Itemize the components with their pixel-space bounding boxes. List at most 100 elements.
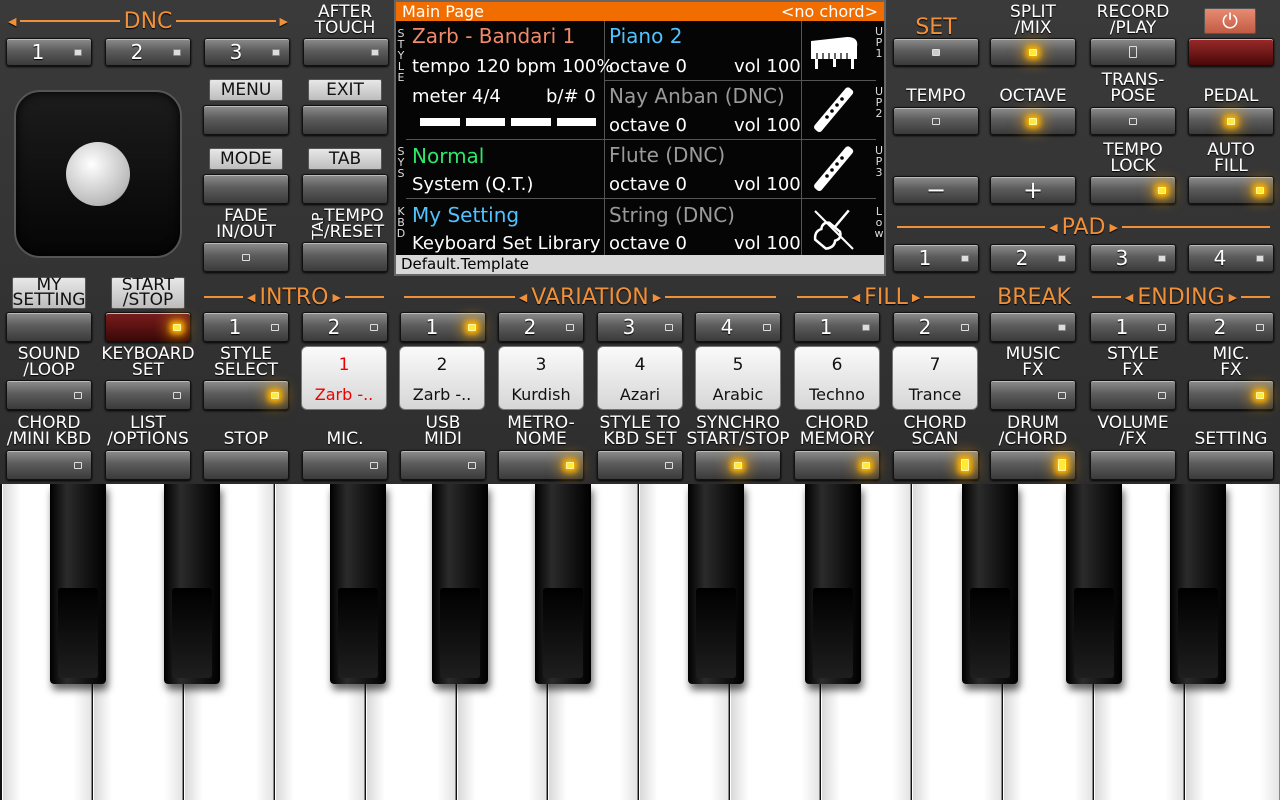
ending-button-1[interactable]: 1 xyxy=(1090,312,1176,342)
chord-memory-button[interactable] xyxy=(794,450,880,480)
tab-button[interactable] xyxy=(302,174,388,204)
record-play-button[interactable] xyxy=(1090,38,1176,66)
up2-tag: UP2 xyxy=(874,85,884,120)
intro-button-2[interactable]: 2 xyxy=(302,312,388,342)
start-stop-button[interactable] xyxy=(105,312,191,342)
black-key[interactable] xyxy=(164,484,220,684)
flute-icon xyxy=(804,82,864,138)
style-slot-3[interactable]: 3 Kurdish xyxy=(498,346,584,410)
metronome-button[interactable] xyxy=(498,450,584,480)
style-name[interactable]: Zarb - Bandari 1 xyxy=(412,24,575,48)
voice-up1-name[interactable]: Piano 2 xyxy=(609,24,682,48)
variation-button-2[interactable]: 2 xyxy=(498,312,584,342)
voice-low-name[interactable]: String (DNC) xyxy=(609,203,735,227)
chord-scan-button[interactable] xyxy=(893,450,979,480)
sound-loop-button[interactable] xyxy=(6,380,92,410)
usb-midi-label: USB MIDI xyxy=(424,413,462,449)
fade-button[interactable] xyxy=(203,242,289,272)
tempo-lock-label: TEMPO LOCK xyxy=(1103,140,1163,176)
style-slot-4[interactable]: 4 Azari xyxy=(597,346,683,410)
style-fx-button[interactable] xyxy=(1090,380,1176,410)
volume-fx-button[interactable] xyxy=(1090,450,1176,480)
plus-button[interactable]: + xyxy=(990,176,1076,204)
fill-button-1[interactable]: 1 xyxy=(794,312,880,342)
mic-button[interactable] xyxy=(302,450,388,480)
mic-fx-button[interactable] xyxy=(1188,380,1274,410)
tempo-lock-button[interactable] xyxy=(1090,176,1176,204)
drum-chord-button[interactable] xyxy=(990,450,1076,480)
setting-button[interactable] xyxy=(1188,450,1274,480)
ending-button-2[interactable]: 2 xyxy=(1188,312,1274,342)
set-button[interactable] xyxy=(893,38,979,66)
style-to-kbd-set-button[interactable] xyxy=(597,450,683,480)
volume-fx-label: VOLUME /FX xyxy=(1097,413,1169,449)
pad-button-2[interactable]: 2 xyxy=(990,244,1076,272)
intro-button-1[interactable]: 1 xyxy=(203,312,289,342)
black-key[interactable] xyxy=(688,484,744,684)
octave-button[interactable] xyxy=(990,107,1076,135)
fill-button-2[interactable]: 2 xyxy=(893,312,979,342)
music-fx-button[interactable] xyxy=(990,380,1076,410)
black-key[interactable] xyxy=(962,484,1018,684)
black-key[interactable] xyxy=(1066,484,1122,684)
dnc-button-3[interactable]: 3 xyxy=(204,38,290,66)
list-options-label: LIST /OPTIONS xyxy=(107,413,189,449)
exit-button[interactable] xyxy=(302,105,388,135)
black-key[interactable] xyxy=(805,484,861,684)
stop-button[interactable] xyxy=(203,450,289,480)
variation-button-1[interactable]: 1 xyxy=(400,312,486,342)
style-slot-1[interactable]: 1 Zarb -.. xyxy=(301,346,387,410)
metronome-label: METRO- NOME xyxy=(507,413,575,449)
variation-button-4[interactable]: 4 xyxy=(695,312,781,342)
minus-button[interactable]: − xyxy=(893,176,979,204)
transpose-button[interactable] xyxy=(1090,107,1176,135)
style-slot-6[interactable]: 6 Techno xyxy=(794,346,880,410)
pad-button-3[interactable]: 3 xyxy=(1090,244,1176,272)
pad-button-1[interactable]: 1 xyxy=(893,244,979,272)
keyboard-set-button[interactable] xyxy=(105,380,191,410)
kbd-name[interactable]: My Setting xyxy=(412,203,519,227)
variation-button-3[interactable]: 3 xyxy=(597,312,683,342)
split-mix-button[interactable] xyxy=(990,38,1076,66)
key-info: b/# 0 xyxy=(546,86,596,107)
auto-fill-button[interactable] xyxy=(1188,176,1274,204)
black-key[interactable] xyxy=(330,484,386,684)
chord-mini-kbd-button[interactable] xyxy=(6,450,92,480)
black-key[interactable] xyxy=(432,484,488,684)
black-key[interactable] xyxy=(535,484,591,684)
after-touch-button[interactable] xyxy=(303,38,389,66)
menu-button[interactable] xyxy=(203,105,289,135)
my-setting-button[interactable] xyxy=(6,312,92,342)
tempo-button[interactable] xyxy=(893,107,979,135)
style-slot-5[interactable]: 5 Arabic xyxy=(695,346,781,410)
joystick-pad[interactable] xyxy=(14,90,182,258)
power-button[interactable] xyxy=(1188,38,1274,66)
pad-button-4[interactable]: 4 xyxy=(1188,244,1274,272)
mode-button[interactable] xyxy=(203,174,289,204)
style-slot-2[interactable]: 2 Zarb -.. xyxy=(399,346,485,410)
synchro-start-stop-button[interactable] xyxy=(695,450,781,480)
tab-tag: TAB xyxy=(308,148,382,170)
dnc-button-2[interactable]: 2 xyxy=(105,38,191,66)
list-options-button[interactable] xyxy=(105,450,191,480)
tap-tempo-button[interactable] xyxy=(302,242,388,272)
style-select-button[interactable] xyxy=(203,380,289,410)
break-button[interactable] xyxy=(990,312,1076,342)
setting-label: SETTING xyxy=(1194,429,1268,449)
pedal-button[interactable] xyxy=(1188,107,1274,135)
black-key[interactable] xyxy=(1170,484,1226,684)
style-slot-7[interactable]: 7 Trance xyxy=(892,346,978,410)
piano-keyboard[interactable] xyxy=(0,484,1280,800)
usb-midi-button[interactable] xyxy=(400,450,486,480)
dnc-button-1[interactable]: 1 xyxy=(6,38,92,66)
black-key[interactable] xyxy=(50,484,106,684)
low-tag: Low xyxy=(874,205,884,240)
joystick-knob[interactable] xyxy=(66,142,130,206)
variation-header: ◀ VARIATION ▶ xyxy=(400,284,780,310)
voice-up2-name[interactable]: Nay Anban (DNC) xyxy=(609,84,785,108)
sys-name[interactable]: Normal xyxy=(412,144,484,168)
music-fx-label: MUSIC FX xyxy=(1005,344,1061,380)
octave-label: OCTAVE xyxy=(999,86,1067,106)
style-fx-label: STYLE FX xyxy=(1107,344,1159,380)
voice-up3-name[interactable]: Flute (DNC) xyxy=(609,143,725,167)
